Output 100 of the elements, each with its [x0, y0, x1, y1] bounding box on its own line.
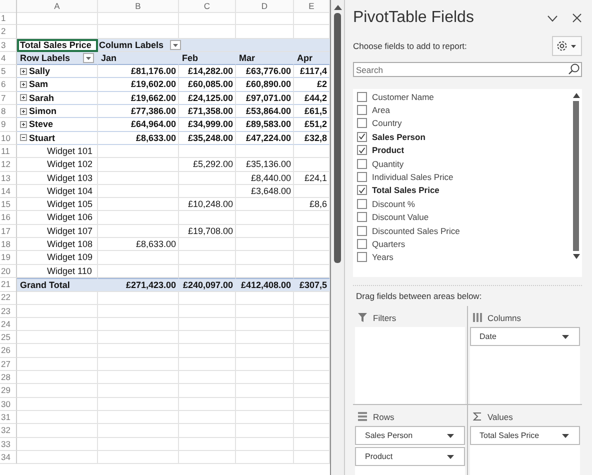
empty-cell	[179, 344, 236, 358]
row-number[interactable]: 1	[0, 12, 17, 26]
empty-cell	[179, 304, 236, 318]
checkbox[interactable]	[357, 198, 367, 209]
row-number[interactable]: 12	[0, 158, 17, 172]
row-number[interactable]: 22	[0, 291, 17, 305]
row-number[interactable]: 20	[0, 264, 17, 278]
field-label[interactable]: Individual Sales Price	[372, 172, 454, 182]
column-header[interactable]: B	[98, 0, 179, 14]
field-label[interactable]: Discount Value	[372, 212, 429, 222]
column-header[interactable]: C	[179, 0, 236, 14]
row-number[interactable]: 33	[0, 438, 17, 451]
gear-icon[interactable]	[556, 40, 578, 52]
search-field[interactable]: Search	[353, 62, 582, 77]
expand-toggle-icon[interactable]	[20, 108, 27, 115]
row-number[interactable]: 15	[0, 198, 17, 212]
filter-dropdown-icon[interactable]	[83, 53, 94, 64]
dropdown-icon[interactable]	[562, 434, 569, 438]
field-label[interactable]: Discounted Sales Price	[372, 226, 460, 236]
row-number[interactable]: 25	[0, 331, 17, 344]
field-label[interactable]: Quantity	[372, 158, 404, 169]
field-label[interactable]: Years	[372, 252, 394, 262]
row-number[interactable]: 23	[0, 304, 17, 318]
dropdown-icon[interactable]	[446, 454, 454, 458]
checkbox[interactable]	[357, 172, 367, 182]
field-label[interactable]: Customer Name	[372, 92, 434, 102]
row-number[interactable]: 27	[0, 358, 17, 372]
table-cell: £19,708.00	[179, 224, 236, 238]
row-number[interactable]: 29	[0, 384, 17, 398]
expand-toggle-icon[interactable]	[20, 121, 27, 128]
field-label[interactable]: Product	[372, 145, 404, 156]
column-header[interactable]: D	[236, 0, 294, 14]
scroll-up-icon[interactable]	[572, 93, 580, 98]
scrollbar[interactable]	[331, 0, 345, 475]
row-number[interactable]: 5	[0, 65, 17, 78]
column-header[interactable]: E	[294, 0, 330, 14]
checkbox[interactable]	[357, 212, 367, 222]
filter-dropdown-icon[interactable]	[170, 40, 181, 50]
close-icon[interactable]	[572, 13, 582, 23]
checkbox[interactable]	[357, 92, 367, 102]
drop-area[interactable]: Sales Person Product	[355, 426, 464, 475]
search-icon[interactable]	[568, 63, 580, 75]
expand-toggle-icon[interactable]	[20, 134, 27, 142]
expand-toggle-icon[interactable]	[20, 81, 27, 88]
row-number[interactable]: 14	[0, 184, 17, 198]
row-number[interactable]: 10	[0, 132, 17, 145]
table-cell: Simon	[29, 105, 57, 118]
row-number[interactable]: 24	[0, 318, 17, 332]
field-label[interactable]: Total Sales Price	[372, 185, 440, 196]
sigma-icon	[472, 412, 482, 421]
dropdown-icon[interactable]	[562, 334, 569, 338]
chevron-down-icon[interactable]	[547, 14, 558, 22]
drop-area[interactable]: Date	[470, 327, 580, 404]
table-cell: Feb	[179, 52, 236, 66]
row-number[interactable]: 31	[0, 410, 17, 424]
row-number[interactable]: 26	[0, 344, 17, 358]
field-label[interactable]: Area	[372, 105, 390, 116]
field-label[interactable]: Discount %	[372, 198, 415, 209]
scroll-up-icon[interactable]	[334, 4, 342, 10]
empty-cell	[179, 384, 236, 398]
dropdown-icon[interactable]	[446, 434, 454, 438]
drop-area[interactable]: Total Sales Price	[470, 426, 580, 475]
row-number[interactable]: 11	[0, 144, 17, 158]
field-label[interactable]: Sales Person	[372, 132, 426, 142]
field-chip[interactable]: Sales Person	[355, 426, 464, 445]
row-number[interactable]: 8	[0, 105, 17, 118]
checkbox[interactable]	[357, 185, 367, 196]
settings-button[interactable]	[552, 36, 582, 56]
row-number[interactable]: 32	[0, 424, 17, 438]
row-number[interactable]: 16	[0, 211, 17, 225]
row-number[interactable]: 2	[0, 25, 17, 39]
scrollbar-thumb[interactable]	[573, 101, 579, 251]
expand-toggle-icon[interactable]	[20, 94, 27, 102]
checkbox[interactable]	[357, 132, 367, 142]
column-header[interactable]: A	[17, 0, 98, 14]
row-number[interactable]: 7	[0, 92, 17, 106]
checkbox[interactable]	[357, 238, 367, 249]
field-label[interactable]: Country	[372, 118, 402, 128]
row-number[interactable]: 28	[0, 371, 17, 384]
scroll-down-icon[interactable]	[572, 254, 580, 259]
field-label[interactable]: Quarters	[372, 238, 406, 249]
field-chip[interactable]: Total Sales Price	[470, 426, 580, 445]
checkbox[interactable]	[357, 252, 367, 262]
row-number[interactable]: 6	[0, 78, 17, 92]
row-number[interactable]: 18	[0, 238, 17, 252]
row-number[interactable]: 34	[0, 450, 17, 464]
row-number[interactable]: 13	[0, 172, 17, 185]
scrollbar-thumb[interactable]	[334, 13, 341, 263]
checkbox[interactable]	[357, 118, 367, 128]
checkbox[interactable]	[357, 145, 367, 156]
row-number[interactable]: 17	[0, 224, 17, 238]
checkbox[interactable]	[357, 105, 367, 116]
checkbox[interactable]	[357, 226, 367, 236]
row-number[interactable]: 19	[0, 251, 17, 265]
expand-toggle-icon[interactable]	[20, 68, 27, 75]
row-number[interactable]: 30	[0, 398, 17, 411]
field-chip[interactable]: Date	[470, 327, 580, 346]
checkbox[interactable]	[357, 158, 367, 169]
row-number[interactable]: 9	[0, 118, 17, 132]
field-chip[interactable]: Product	[355, 447, 464, 466]
